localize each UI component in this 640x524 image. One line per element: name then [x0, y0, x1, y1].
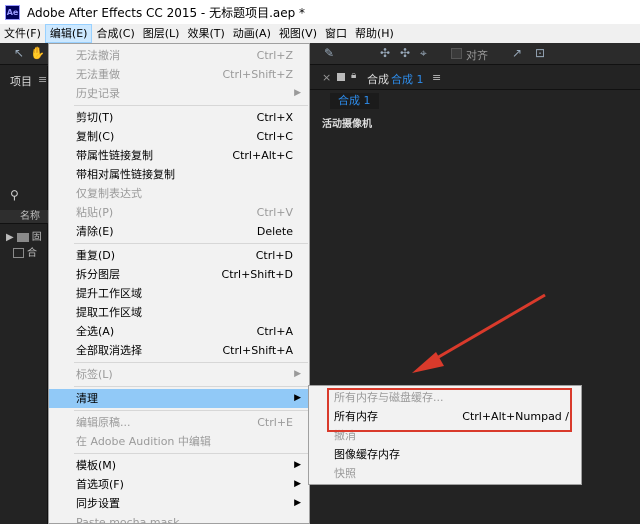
panel-menu-icon[interactable]: ≡	[432, 71, 441, 84]
menu-label[interactable]: 标签(L) ▶	[49, 365, 309, 384]
name-column-header[interactable]: 名称	[0, 210, 48, 224]
menu-lift-work-area[interactable]: 提升工作区域	[49, 284, 309, 303]
menu-copy-property-links[interactable]: 带属性链接复制 Ctrl+Alt+C	[49, 146, 309, 165]
pin-tool-icon[interactable]: ✎	[324, 46, 334, 60]
folder-icon	[16, 232, 29, 242]
purge-image-cache[interactable]: 图像缓存内存	[309, 445, 581, 464]
menu-file[interactable]: 文件(F)	[0, 24, 45, 43]
menu-help[interactable]: 帮助(H)	[351, 24, 398, 43]
menu-clear[interactable]: 清除(E) Delete	[49, 222, 309, 241]
menu-extract-work-area[interactable]: 提取工作区域	[49, 303, 309, 322]
snap-checkbox[interactable]	[451, 48, 462, 59]
menu-separator	[74, 386, 308, 387]
menu-redo[interactable]: 无法重做 Ctrl+Shift+Z	[49, 65, 309, 84]
panel-color-swatch	[337, 73, 345, 81]
project-panel: 项目 ≡ ⚲ 名称 ▶ 固 合	[0, 66, 48, 524]
active-camera-label: 活动摄像机	[322, 119, 372, 130]
menu-purge[interactable]: 清理 ▶	[49, 389, 309, 408]
search-icon[interactable]: ⚲	[10, 188, 19, 202]
project-tab[interactable]: 项目	[10, 73, 32, 89]
menu-separator	[74, 362, 308, 363]
composition-tab[interactable]: 合成 1	[330, 93, 379, 109]
composition-icon	[13, 248, 24, 258]
ae-logo-icon: Ae	[5, 4, 20, 20]
view-axis-icon[interactable]: ⌖	[420, 46, 427, 61]
snap-feather-icon[interactable]: ↗	[512, 46, 522, 60]
menu-paste[interactable]: 粘贴(P) Ctrl+V	[49, 203, 309, 222]
lock-icon[interactable]: 🔒︎	[351, 70, 356, 81]
composition-panel-title: 合成	[367, 73, 389, 86]
title-bar: Ae Adobe After Effects CC 2015 - 无标题项目.a…	[0, 0, 640, 24]
menu-view[interactable]: 视图(V)	[275, 24, 321, 43]
menu-layer[interactable]: 图层(L)	[139, 24, 184, 43]
menu-separator	[74, 453, 308, 454]
menu-sync-settings[interactable]: 同步设置 ▶	[49, 494, 309, 513]
close-panel-icon[interactable]: ×	[322, 71, 331, 84]
menu-templates[interactable]: 模板(M) ▶	[49, 456, 309, 475]
menu-preferences[interactable]: 首选项(F) ▶	[49, 475, 309, 494]
snap-grid-icon[interactable]: ⊡	[535, 46, 545, 60]
project-item-folder[interactable]: ▶ 固	[6, 228, 42, 243]
expand-arrow-icon[interactable]: ▶	[6, 232, 14, 243]
axis-tool-icon[interactable]: ✣	[380, 46, 390, 60]
menu-effect[interactable]: 效果(T)	[183, 24, 228, 43]
menu-duplicate[interactable]: 重复(D) Ctrl+D	[49, 246, 309, 265]
window-title: Adobe After Effects CC 2015 - 无标题项目.aep …	[27, 5, 306, 20]
menu-separator	[74, 410, 308, 411]
menu-split-layer[interactable]: 拆分图层 Ctrl+Shift+D	[49, 265, 309, 284]
purge-snapshot[interactable]: 快照	[309, 464, 581, 483]
menu-animation[interactable]: 动画(A)	[229, 24, 275, 43]
composition-panel-header: × 🔒︎ 合成 合成 1 ≡	[310, 66, 640, 90]
edit-menu-dropdown: 无法撤消 Ctrl+Z 无法重做 Ctrl+Shift+Z 历史记录 ▶ 剪切(T) C…	[48, 43, 310, 524]
snap-label: 对齐	[466, 49, 488, 62]
menu-copy-expression[interactable]: 仅复制表达式	[49, 184, 309, 203]
menu-edit-in-audition[interactable]: 在 Adobe Audition 中编辑	[49, 432, 309, 451]
menu-deselect-all[interactable]: 全部取消选择 Ctrl+Shift+A	[49, 341, 309, 360]
menu-history[interactable]: 历史记录 ▶	[49, 84, 309, 103]
menu-select-all[interactable]: 全选(A) Ctrl+A	[49, 322, 309, 341]
menu-separator	[74, 105, 308, 106]
world-axis-icon[interactable]: ✣	[400, 46, 410, 60]
menu-edit[interactable]: 编辑(E)	[44, 24, 93, 43]
project-item-comp[interactable]: 合	[6, 244, 37, 259]
menu-composition[interactable]: 合成(C)	[92, 24, 138, 43]
hand-tool-icon[interactable]: ✋	[30, 46, 45, 60]
menu-undo[interactable]: 无法撤消 Ctrl+Z	[49, 46, 309, 65]
menu-copy[interactable]: 复制(C) Ctrl+C	[49, 127, 309, 146]
menu-edit-original[interactable]: 编辑原稿... Ctrl+E	[49, 413, 309, 432]
menu-separator	[74, 243, 308, 244]
menu-cut[interactable]: 剪切(T) Ctrl+X	[49, 108, 309, 127]
menu-copy-relative-links[interactable]: 带相对属性链接复制	[49, 165, 309, 184]
callout-highlight-box	[327, 388, 572, 432]
panel-menu-icon[interactable]: ≡	[38, 73, 47, 86]
menu-paste-mocha-mask[interactable]: Paste mocha mask	[49, 513, 309, 524]
composition-selector[interactable]: 合成 1	[391, 71, 424, 87]
selection-tool-icon[interactable]: ↖	[14, 46, 24, 60]
menu-bar: 文件(F) 编辑(E) 合成(C) 图层(L) 效果(T) 动画(A) 视图(V…	[0, 24, 640, 43]
menu-window[interactable]: 窗口	[321, 24, 351, 43]
